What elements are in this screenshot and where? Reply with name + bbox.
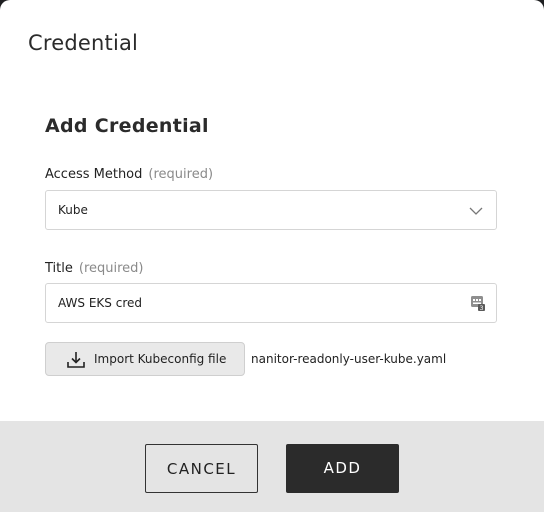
- access-method-value: Kube: [58, 203, 88, 217]
- title-label-text: Title: [45, 261, 73, 276]
- download-icon: [67, 352, 85, 368]
- dialog-title: Credential: [28, 31, 139, 55]
- access-method-label-text: Access Method: [45, 167, 143, 182]
- title-input-value: AWS EKS cred: [58, 296, 142, 310]
- title-input[interactable]: AWS EKS cred 3: [45, 283, 497, 323]
- title-required: (required): [78, 261, 144, 276]
- import-kubeconfig-label: Import Kubeconfig file: [94, 352, 227, 366]
- access-method-select[interactable]: Kube: [45, 190, 497, 230]
- selected-filename: nanitor-readonly-user-kube.yaml: [251, 352, 447, 366]
- add-button[interactable]: ADD: [286, 444, 399, 493]
- import-kubeconfig-button[interactable]: Import Kubeconfig file: [45, 342, 245, 376]
- title-label: Title (required): [45, 261, 144, 276]
- section-title: Add Credential: [45, 115, 209, 137]
- access-method-required: (required): [148, 167, 214, 182]
- add-button-label: ADD: [323, 459, 362, 477]
- access-method-label: Access Method (required): [45, 167, 213, 182]
- svg-text:3: 3: [480, 305, 484, 312]
- dialog-footer: CANCEL ADD: [0, 421, 544, 512]
- cancel-button-label: CANCEL: [166, 460, 237, 478]
- cancel-button[interactable]: CANCEL: [145, 444, 258, 493]
- chevron-down-icon[interactable]: [466, 201, 486, 221]
- credential-dialog: Credential Add Credential Access Method (…: [0, 0, 544, 512]
- password-manager-icon[interactable]: 3: [470, 294, 486, 312]
